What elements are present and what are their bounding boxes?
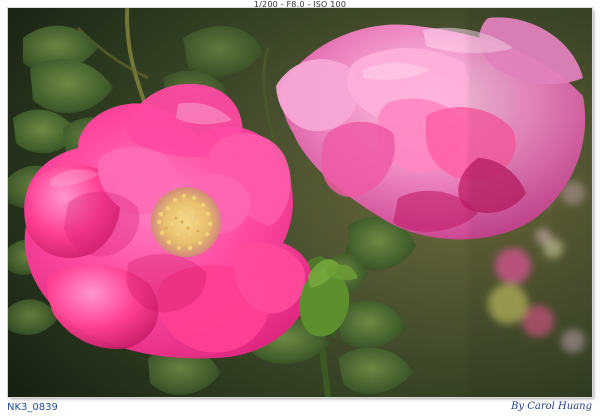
photo-credit: By Carol Huang xyxy=(511,401,592,412)
depth-overlay xyxy=(468,8,592,397)
photo-frame: 1/200 - F8.0 - ISO 100 NK3_0839 By Carol… xyxy=(0,0,600,420)
rose-stamens xyxy=(151,187,221,257)
file-id: NK3_0839 xyxy=(7,402,58,413)
photo xyxy=(7,7,593,398)
